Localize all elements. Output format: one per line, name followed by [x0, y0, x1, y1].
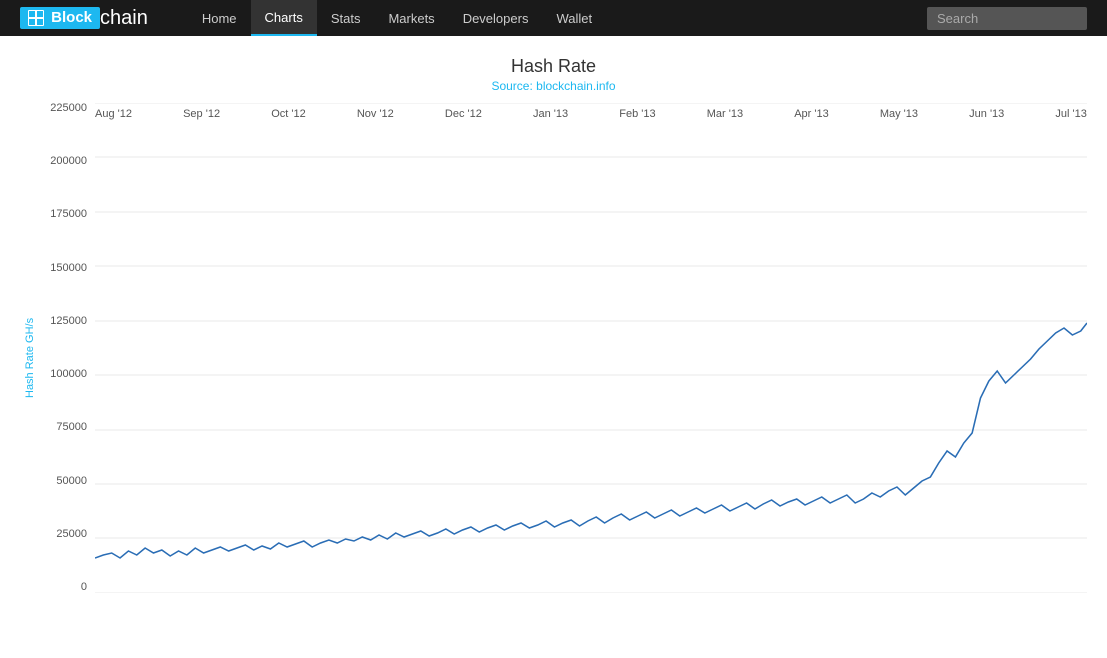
y-label: 75000 [40, 422, 95, 433]
chart-line-graph [95, 103, 1087, 593]
y-label: 0 [40, 582, 95, 593]
y-label: 100000 [40, 369, 95, 380]
y-labels: 0 25000 50000 75000 100000 125000 150000 175000… [40, 103, 95, 593]
header: Block chain Home Charts Stats Markets De… [0, 0, 1107, 36]
chart-source: Source: blockchain.info [20, 79, 1087, 93]
chart-svg-area [95, 103, 1087, 593]
nav-stats[interactable]: Stats [317, 0, 375, 36]
search-input[interactable] [927, 7, 1087, 30]
nav-charts[interactable]: Charts [251, 0, 317, 36]
nav-home[interactable]: Home [188, 0, 251, 36]
logo-block-label: Block [51, 9, 92, 26]
chart-container: Hash Rate Source: blockchain.info Hash R… [0, 36, 1107, 623]
chart-inner: 0 25000 50000 75000 100000 125000 150000 175000… [40, 103, 1087, 613]
y-label: 200000 [40, 156, 95, 167]
chart-wrap: Hash Rate GH/s 0 25000 50000 75000 100000 125… [20, 103, 1087, 613]
y-label: 25000 [40, 529, 95, 540]
logo: Block chain [20, 7, 148, 30]
chart-title: Hash Rate [20, 56, 1087, 77]
logo-block-text: Block [20, 7, 100, 28]
y-label: 50000 [40, 476, 95, 487]
logo-chain-label: chain [100, 7, 148, 30]
nav-markets[interactable]: Markets [374, 0, 448, 36]
y-label: 225000 [40, 103, 95, 114]
y-label: 125000 [40, 316, 95, 327]
nav-developers[interactable]: Developers [449, 0, 543, 36]
nav-wallet[interactable]: Wallet [542, 0, 606, 36]
y-axis-label: Hash Rate GH/s [20, 103, 40, 613]
y-label: 175000 [40, 209, 95, 220]
y-label: 150000 [40, 263, 95, 274]
main-nav: Home Charts Stats Markets Developers Wal… [188, 0, 606, 36]
